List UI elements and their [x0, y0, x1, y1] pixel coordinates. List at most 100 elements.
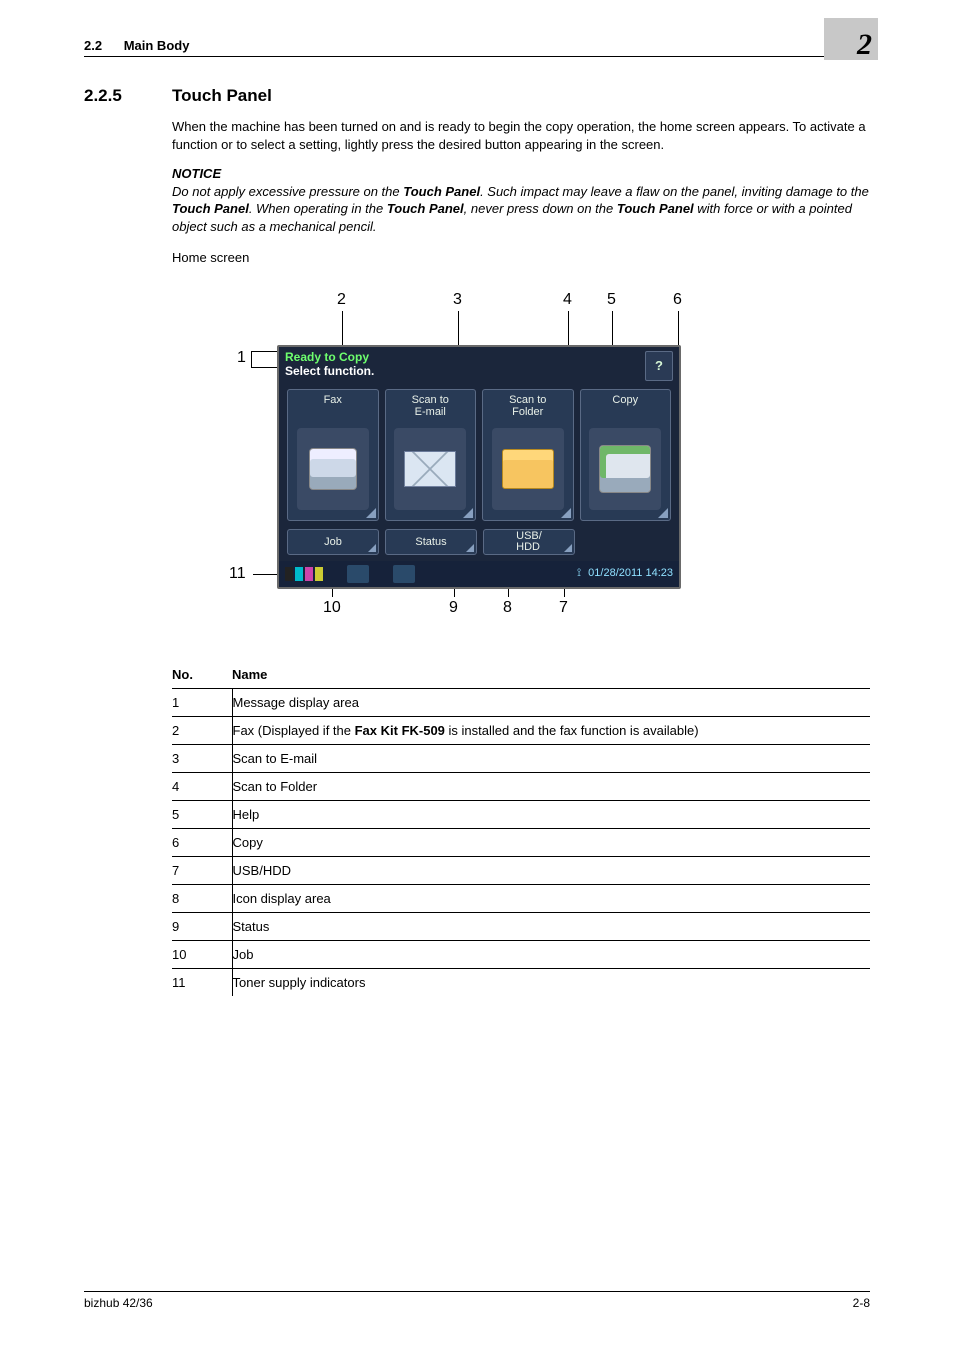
- subsection-title: Touch Panel: [172, 86, 272, 106]
- function-tiles: Fax Scan to E-mail Scan to Folder: [287, 389, 671, 521]
- fax-icon: [297, 428, 369, 510]
- table-cell-name: Status: [232, 912, 870, 940]
- table-header-row: No. Name: [172, 661, 870, 689]
- table-cell-no: 6: [172, 828, 232, 856]
- header-left: 2.2 Main Body: [84, 38, 189, 53]
- usb-hdd-button[interactable]: USB/ HDD: [483, 529, 575, 555]
- header-chapter-box: 2: [824, 18, 878, 60]
- notice-label: NOTICE: [172, 165, 870, 183]
- antenna-icon: ⟟: [577, 567, 581, 579]
- touch-panel-screen: Ready to Copy Select function. ? Fax Sca…: [277, 345, 681, 589]
- table-cell-no: 8: [172, 884, 232, 912]
- copy-label: Copy: [581, 390, 671, 420]
- callout-3: 3: [453, 291, 462, 309]
- touch-panel-term-4: Touch Panel: [617, 201, 694, 216]
- table-head-no: No.: [172, 661, 232, 689]
- table-cell-name: Scan to E-mail: [232, 744, 870, 772]
- corner-icon: [463, 508, 473, 518]
- table-cell-name: Icon display area: [232, 884, 870, 912]
- content: 2.2.5 Touch Panel When the machine has b…: [84, 86, 870, 996]
- toner-y-icon: [315, 567, 323, 581]
- corner-icon: [561, 508, 571, 518]
- table-row: 3Scan to E-mail: [172, 744, 870, 772]
- usb-hdd-label: USB/ HDD: [516, 531, 542, 553]
- header-chapter-number: 2: [857, 28, 872, 62]
- message-display-area: Ready to Copy Select function.: [285, 351, 673, 379]
- fax-tile[interactable]: Fax: [287, 389, 379, 521]
- callout-table: No. Name 1Message display area2Fax (Disp…: [172, 661, 870, 996]
- message-line-2: Select function.: [285, 365, 673, 379]
- status-icon: [347, 565, 369, 583]
- table-row: 6Copy: [172, 828, 870, 856]
- page-header: 2.2 Main Body 2: [84, 32, 870, 57]
- scan-to-email-tile[interactable]: Scan to E-mail: [385, 389, 477, 521]
- table-row: 5Help: [172, 800, 870, 828]
- corner-icon: [368, 544, 376, 552]
- table-cell-name: USB/HDD: [232, 856, 870, 884]
- toner-k-icon: [285, 567, 293, 581]
- table-cell-no: 4: [172, 772, 232, 800]
- mail-icon: [394, 428, 466, 510]
- table-cell-name: Fax (Displayed if the Fax Kit FK-509 is …: [232, 716, 870, 744]
- table-row: 1Message display area: [172, 688, 870, 716]
- copy-icon: [589, 428, 661, 510]
- table-cell-name: Toner supply indicators: [232, 968, 870, 996]
- table-row: 10Job: [172, 940, 870, 968]
- subsection-heading: 2.2.5 Touch Panel: [84, 86, 870, 106]
- callout-6: 6: [673, 291, 682, 309]
- touch-panel-term-1: Touch Panel: [403, 184, 480, 199]
- bottom-buttons: Job Status USB/ HDD: [287, 529, 671, 555]
- scan-to-folder-tile[interactable]: Scan to Folder: [482, 389, 574, 521]
- table-head-name: Name: [232, 661, 870, 689]
- footer-right: 2-8: [853, 1296, 870, 1310]
- table-cell-no: 2: [172, 716, 232, 744]
- job-label: Job: [324, 536, 342, 548]
- callout-7: 7: [559, 599, 568, 617]
- status-button[interactable]: Status: [385, 529, 477, 555]
- home-screen-label: Home screen: [172, 249, 870, 267]
- table-cell-no: 9: [172, 912, 232, 940]
- callout-9: 9: [449, 599, 458, 617]
- help-button[interactable]: ?: [645, 351, 673, 381]
- callout-5: 5: [607, 291, 616, 309]
- notice-text-1: Do not apply excessive pressure on the: [172, 184, 403, 199]
- status-label: Status: [415, 536, 446, 548]
- table-row: 2Fax (Displayed if the Fax Kit FK-509 is…: [172, 716, 870, 744]
- table-cell-name: Help: [232, 800, 870, 828]
- table-cell-no: 3: [172, 744, 232, 772]
- touch-panel-term-3: Touch Panel: [387, 201, 464, 216]
- copy-tile[interactable]: Copy: [580, 389, 672, 521]
- table-cell-no: 11: [172, 968, 232, 996]
- callout-8: 8: [503, 599, 512, 617]
- callout-11: 11: [229, 565, 246, 583]
- notice-text-4: , never press down on the: [464, 201, 617, 216]
- corner-icon: [564, 544, 572, 552]
- touch-panel-figure: 2 3 4 5 6 1 11 10 9 8 7: [197, 287, 757, 617]
- table-cell-no: 5: [172, 800, 232, 828]
- table-row: 4Scan to Folder: [172, 772, 870, 800]
- scan-email-label: Scan to E-mail: [386, 390, 476, 420]
- corner-icon: [466, 544, 474, 552]
- subsection-number: 2.2.5: [84, 86, 172, 106]
- notice-body: Do not apply excessive pressure on the T…: [172, 183, 870, 236]
- table-cell-name: Scan to Folder: [232, 772, 870, 800]
- header-section-number: 2.2: [84, 38, 102, 53]
- intro-paragraph: When the machine has been turned on and …: [172, 118, 870, 153]
- icon-display-area: ⟟ 01/28/2011 14:23: [279, 561, 679, 587]
- table-row: 11Toner supply indicators: [172, 968, 870, 996]
- table-cell-name: Job: [232, 940, 870, 968]
- table-row: 7USB/HDD: [172, 856, 870, 884]
- table-cell-no: 1: [172, 688, 232, 716]
- table-cell-name: Copy: [232, 828, 870, 856]
- datetime-display: ⟟ 01/28/2011 14:23: [577, 567, 673, 580]
- table-row: 9Status: [172, 912, 870, 940]
- callout-1: 1: [237, 349, 246, 367]
- status-icon: [393, 565, 415, 583]
- notice-text-3: . When operating in the: [249, 201, 387, 216]
- table-cell-no: 10: [172, 940, 232, 968]
- datetime-text: 01/28/2011 14:23: [588, 567, 673, 579]
- folder-icon: [492, 428, 564, 510]
- header-section-name: Main Body: [124, 38, 190, 53]
- job-button[interactable]: Job: [287, 529, 379, 555]
- callout-2: 2: [337, 291, 346, 309]
